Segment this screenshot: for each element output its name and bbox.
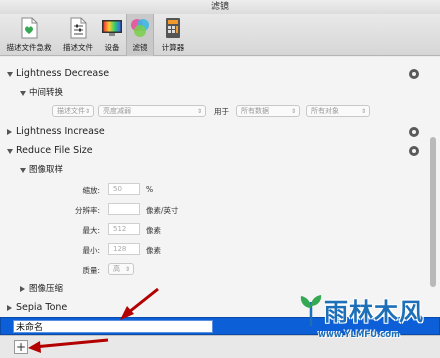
quality-label: 质量: (82, 266, 100, 275)
object-scope-select[interactable]: 所有对象 ⇕ (306, 105, 370, 117)
chevron-updown-icon: ⇕ (84, 108, 90, 115)
toolbar: 描述文件急救 描述文件 设备 滤镜 计算器 (0, 14, 440, 56)
min-field[interactable]: 128 (108, 243, 140, 255)
filter-row-lightness-decrease[interactable]: Lightness Decrease (0, 66, 426, 82)
section-title: 图像取样 (29, 165, 64, 175)
section-row-sampling[interactable]: 图像取样 (0, 162, 426, 178)
filter-row-reduce-file-size[interactable]: Reduce File Size (0, 143, 426, 159)
filter-name-input[interactable] (13, 320, 213, 333)
toolbar-label: 计算器 (161, 43, 185, 52)
toolbar-item-devices[interactable]: 设备 (100, 14, 124, 56)
chevron-updown-icon: ⇕ (196, 108, 202, 115)
monitor-icon (102, 20, 122, 36)
add-filter-button[interactable]: + (14, 340, 28, 354)
toolbar-label: 描述文件 (63, 43, 93, 52)
disclosure-triangle-icon[interactable] (20, 286, 25, 292)
data-scope-select[interactable]: 所有数据 ⇕ (236, 105, 300, 117)
filter-row-lightness-increase[interactable]: Lightness Increase (0, 124, 426, 140)
toolbar-label: 描述文件急救 (6, 43, 52, 52)
disclosure-triangle-icon[interactable] (7, 149, 13, 154)
leaf-logo-icon (300, 295, 322, 327)
chevron-updown-icon: ⇕ (290, 108, 296, 115)
chevron-updown-icon: ⇕ (360, 108, 366, 115)
scale-label: 缩放: (82, 186, 100, 195)
select-value: 描述文件 (57, 107, 85, 115)
conversion-select[interactable]: 亮度减弱 ⇕ (98, 105, 206, 117)
disclosure-triangle-icon[interactable] (20, 168, 26, 173)
filter-list: Lightness Decrease 中间转换 描述文件 ⇕ 亮度减弱 ⇕ 用于 所… (0, 57, 440, 317)
watermark-url: www.YLMFU.com (318, 330, 400, 340)
filter-circles-icon (131, 19, 149, 37)
disclosure-triangle-icon[interactable] (20, 91, 26, 96)
gear-icon[interactable] (409, 146, 419, 156)
watermark-logo: 雨林木风 www.YLMFU.com (298, 292, 440, 358)
gear-icon[interactable] (409, 69, 419, 79)
toolbar-item-profile-first-aid[interactable]: 描述文件急救 (4, 14, 54, 56)
scale-unit: % (146, 185, 154, 194)
section-title: 中间转换 (29, 88, 64, 98)
document-sliders-icon (70, 17, 87, 39)
scrollbar-thumb[interactable] (430, 137, 436, 287)
select-value: 高 (113, 265, 120, 273)
toolbar-item-profiles[interactable]: 描述文件 (58, 14, 98, 56)
select-value: 所有数据 (241, 107, 269, 115)
resolution-label: 分辨率: (74, 206, 100, 215)
toolbar-item-filters[interactable]: 滤镜 (126, 14, 154, 56)
max-label: 最大: (82, 226, 100, 235)
min-label: 最小: (82, 246, 100, 255)
toolbar-label: 滤镜 (132, 43, 148, 52)
disclosure-triangle-icon[interactable] (7, 129, 12, 135)
disclosure-triangle-icon[interactable] (7, 72, 13, 77)
scrollbar[interactable] (428, 57, 438, 317)
disclosure-triangle-icon[interactable] (7, 305, 12, 311)
toolbar-label: 设备 (104, 43, 120, 52)
filter-title: Lightness Decrease (16, 68, 110, 79)
calculator-icon (166, 18, 180, 38)
section-title: 图像压缩 (29, 284, 64, 294)
filter-title: Reduce File Size (16, 145, 93, 156)
resolution-unit: 像素/英寸 (146, 206, 179, 215)
filter-title: Sepia Tone (16, 302, 68, 313)
document-heart-icon (21, 17, 38, 39)
gear-icon[interactable] (409, 127, 419, 137)
section-row-intermediate[interactable]: 中间转换 (0, 85, 426, 101)
max-field[interactable]: 512 (108, 223, 140, 235)
window-title: 滤镜 (0, 0, 440, 14)
scale-field[interactable]: 50 (108, 183, 140, 195)
for-label: 用于 (214, 107, 229, 116)
quality-select[interactable]: 高 ⇕ (108, 263, 134, 275)
select-value: 亮度减弱 (103, 107, 131, 115)
watermark-title: 雨林木风 (324, 297, 424, 326)
resolution-field[interactable] (108, 203, 140, 215)
select-value: 所有对象 (311, 107, 339, 115)
min-unit: 像素 (146, 246, 161, 255)
profile-type-select[interactable]: 描述文件 ⇕ (52, 105, 94, 117)
toolbar-item-calculator[interactable]: 计算器 (158, 14, 188, 56)
max-unit: 像素 (146, 226, 161, 235)
filter-title: Lightness Increase (16, 126, 105, 137)
chevron-updown-icon: ⇕ (124, 266, 130, 273)
